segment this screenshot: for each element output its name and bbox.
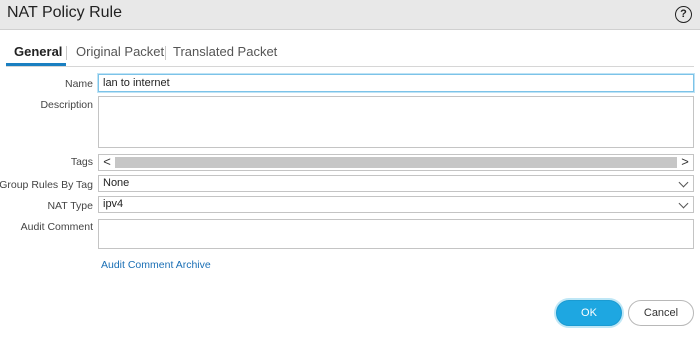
help-icon[interactable]: ? (675, 6, 692, 23)
name-value: lan to internet (103, 77, 170, 89)
audit-comment-archive-link[interactable]: Audit Comment Archive (101, 259, 211, 271)
audit-comment-textarea[interactable] (98, 219, 694, 249)
chevron-down-icon (678, 177, 689, 188)
tab-general[interactable]: General (14, 44, 62, 59)
nat-type-select[interactable]: ipv4 (98, 196, 694, 213)
description-label: Description (40, 99, 93, 111)
tags-label: Tags (70, 156, 93, 168)
nat-type-value: ipv4 (103, 198, 124, 210)
audit-comment-label: Audit Comment (20, 221, 93, 233)
tab-original-packet[interactable]: Original Packet (76, 44, 164, 59)
dialog-title: NAT Policy Rule (7, 4, 122, 21)
group-rules-by-tag-label: Group Rules By Tag (0, 179, 93, 191)
group-rules-by-tag-select[interactable]: None (98, 175, 694, 192)
group-rules-by-tag-value: None (103, 177, 130, 189)
ok-button[interactable]: OK (556, 300, 622, 326)
nat-type-label: NAT Type (47, 200, 93, 212)
tab-divider (165, 46, 166, 60)
tabs-divider-line (6, 66, 694, 67)
tab-divider (66, 46, 67, 60)
scroll-right-arrow-icon[interactable]: > (678, 155, 692, 170)
cancel-button[interactable]: Cancel (628, 300, 694, 326)
chevron-down-icon (678, 198, 689, 209)
tab-translated-packet[interactable]: Translated Packet (173, 44, 277, 59)
description-textarea[interactable] (98, 96, 694, 148)
tags-field[interactable]: < > (98, 154, 694, 171)
scroll-left-arrow-icon[interactable]: < (100, 155, 114, 170)
name-input[interactable]: lan to internet (98, 74, 694, 92)
name-label: Name (64, 78, 93, 90)
dialog-titlebar: NAT Policy Rule ? (0, 0, 700, 30)
tags-scrollbar[interactable] (115, 157, 677, 168)
